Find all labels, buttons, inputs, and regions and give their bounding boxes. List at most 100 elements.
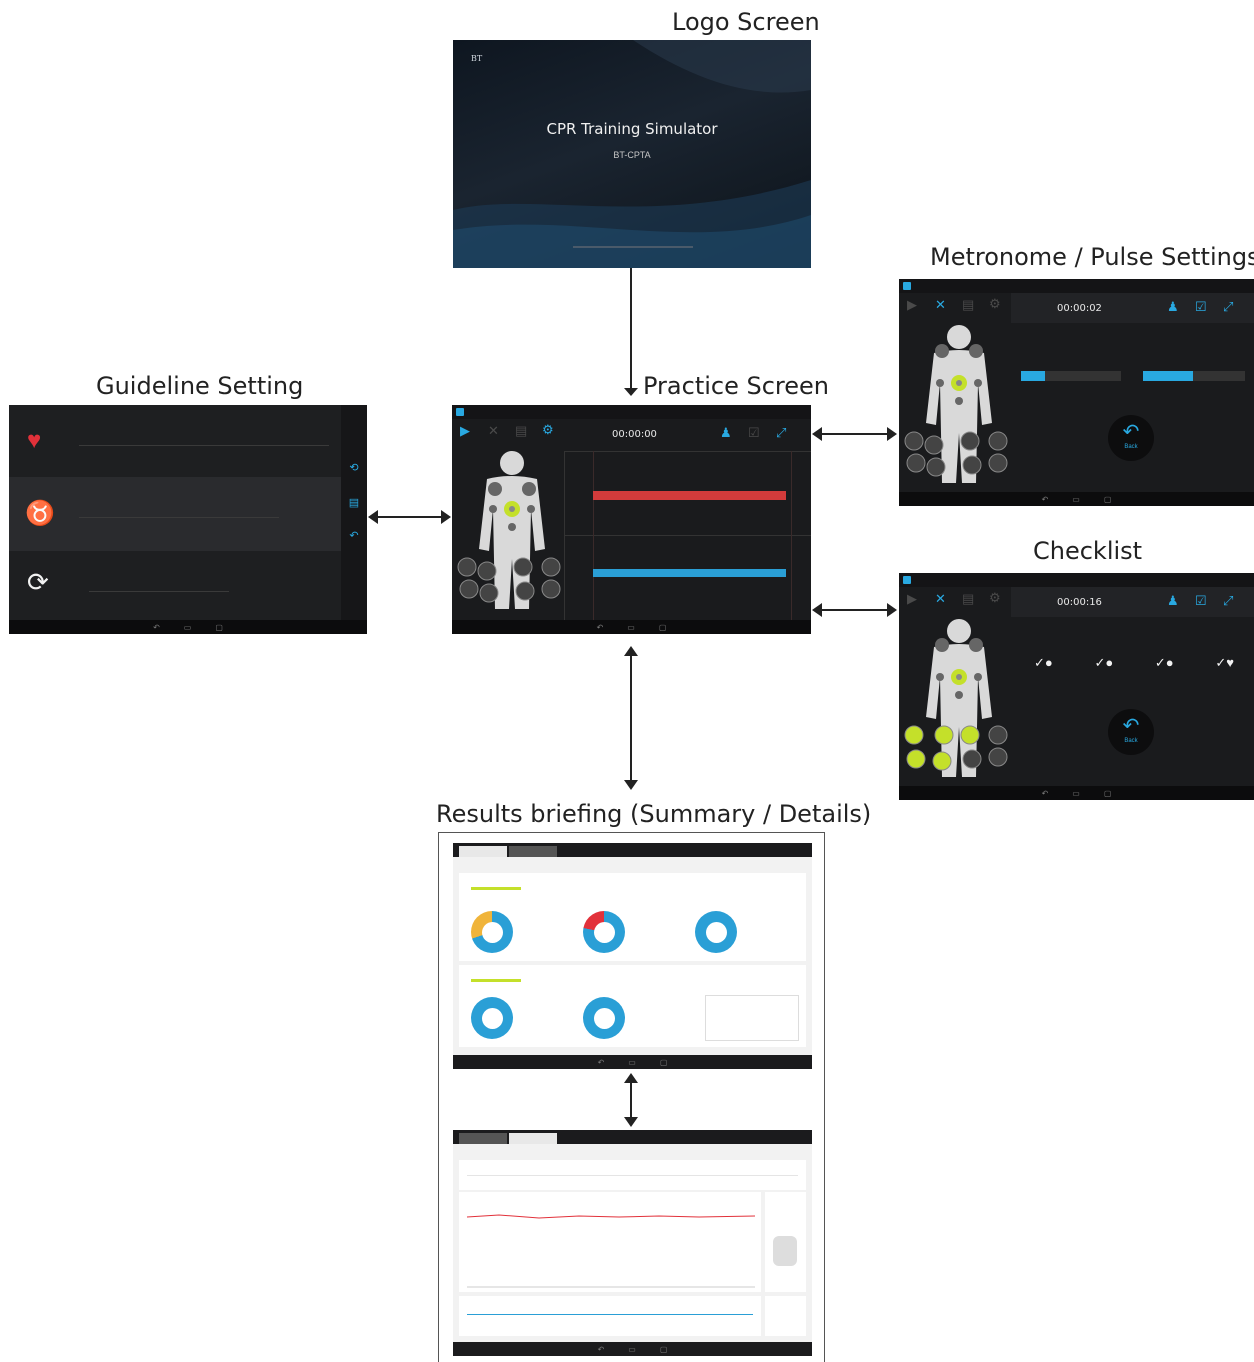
body-figure: [904, 325, 1008, 483]
arrow-practice-results: [630, 655, 632, 781]
android-navbar[interactable]: ↶ ▭ ▢: [9, 620, 367, 634]
waveform-panel: [564, 451, 811, 620]
checklist-icon[interactable]: ☑: [1195, 299, 1207, 315]
person-icon[interactable]: ♟: [720, 425, 732, 441]
save-icon[interactable]: ▤: [341, 496, 367, 509]
checklist-icon[interactable]: ☑: [748, 425, 760, 441]
close-icon[interactable]: ✕: [935, 591, 946, 607]
arrowhead-up: [624, 646, 638, 656]
android-navbar[interactable]: ↶ ▭ ▢: [899, 492, 1254, 506]
person-icon[interactable]: ♟: [1167, 593, 1179, 609]
copyright-line: [573, 246, 693, 248]
back-arrow-icon: ↶: [1122, 421, 1140, 443]
android-navbar[interactable]: ↶ ▭ ▢: [452, 620, 811, 634]
ventilation-bar: [593, 569, 786, 577]
back-arrow-icon: ↶: [1122, 715, 1140, 737]
gear-icon[interactable]: ⚙: [989, 590, 1001, 606]
fullscreen-icon[interactable]: ⤢: [1223, 299, 1233, 315]
android-navbar[interactable]: ↶ ▭ ▢: [453, 1055, 812, 1069]
check-item-icon: ✓●: [1094, 655, 1114, 670]
guideline-row-ventilation: ♉: [9, 477, 341, 551]
practice-timer: 00:00:00: [612, 429, 657, 440]
android-navbar[interactable]: ↶ ▭ ▢: [899, 786, 1254, 800]
pulse-toggle-row[interactable]: [1143, 371, 1245, 381]
tab-summary[interactable]: [459, 846, 507, 857]
memo-box[interactable]: [705, 995, 799, 1041]
arrowhead-right: [441, 510, 451, 524]
check-item-icon: ✓♥: [1215, 655, 1234, 670]
fullscreen-icon[interactable]: ⤢: [1223, 593, 1233, 609]
ventilation-stats-card: [765, 1296, 806, 1336]
details-stats-table: [459, 1160, 806, 1190]
save-icon[interactable]: ▤: [962, 591, 974, 607]
reset-icon[interactable]: ⟲: [341, 461, 367, 474]
practice-screen: ▶ ✕ ▤ ⚙ 00:00:00 ♟ ☑ ⤢ ↶ ▭ ▢: [452, 405, 811, 634]
play-icon[interactable]: ▶: [460, 423, 470, 439]
pulse-option-active[interactable]: [1143, 371, 1193, 381]
metronome-screen-title: Metronome / Pulse Settings: [930, 243, 1254, 271]
body-figure: [457, 451, 561, 609]
metronome-timer: 00:00:02: [1057, 303, 1102, 314]
tab-details[interactable]: [509, 846, 557, 857]
arrow-logo-to-practice: [630, 268, 632, 390]
arrowhead-down: [624, 780, 638, 790]
gear-icon[interactable]: ⚙: [989, 296, 1001, 312]
arrowhead-down: [624, 1117, 638, 1127]
guideline-row-cycle: ⟳: [9, 551, 341, 621]
android-navbar[interactable]: ↶ ▭ ▢: [453, 1342, 812, 1356]
arrow-practice-checklist: [822, 609, 888, 611]
recoil-donut: [695, 911, 737, 953]
arrowhead-left: [812, 603, 822, 617]
heart-icon: ♥: [27, 427, 42, 454]
ventilation-chart-card: [459, 1296, 761, 1336]
play-icon[interactable]: ▶: [907, 297, 917, 313]
guideline-screen-title: Guideline Setting: [96, 372, 304, 400]
checklist-screen-title: Checklist: [1033, 537, 1143, 565]
tab-details[interactable]: [509, 1133, 557, 1144]
checklist-timer: 00:00:16: [1057, 597, 1102, 608]
compression-donut: [471, 911, 513, 953]
practice-screen-title: Practice Screen: [643, 372, 829, 400]
checklist-screen: ▶ ✕ ▤ ⚙ 00:00:16 ♟ ☑ ⤢ ✓● ✓● ✓● ✓♥ ↶ Bac…: [899, 573, 1254, 800]
fullscreen-icon[interactable]: ⤢: [776, 425, 786, 441]
metronome-toggle-row[interactable]: [1021, 371, 1121, 381]
save-icon[interactable]: ▤: [962, 297, 974, 313]
person-icon[interactable]: ♟: [1167, 299, 1179, 315]
arrowhead-left: [812, 427, 822, 441]
check-item-icon: ✓●: [1034, 655, 1053, 670]
checklist-icon[interactable]: ☑: [1195, 593, 1207, 609]
results-summary-screen: ↶ ▭ ▢: [453, 843, 812, 1069]
cycle-icon: ⟳: [27, 567, 49, 597]
close-icon[interactable]: ✕: [488, 423, 499, 439]
metronome-toolbar: [1011, 293, 1254, 323]
app-logo-icon: [903, 576, 911, 584]
summary-card-ventilation: [459, 965, 806, 1047]
arrow-summary-details: [630, 1082, 632, 1118]
metronome-option-active[interactable]: [1021, 371, 1045, 381]
compression-bar: [593, 491, 786, 500]
app-logo-icon: [903, 282, 911, 290]
results-screen-title: Results briefing (Summary / Details): [436, 800, 872, 828]
check-item-icon: ✓●: [1154, 655, 1174, 670]
back-button[interactable]: ↶ Back: [1108, 709, 1154, 755]
logo-screen: BT CPR Training Simulator BT-CPTA: [453, 40, 811, 268]
summary-card-compression: [459, 873, 806, 961]
metronome-screen: ▶ ✕ ▤ ⚙ 00:00:02 ♟ ☑ ⤢ ↶ Back ↶ ▭ ▢: [899, 279, 1254, 506]
back-arrow-icon[interactable]: ↶: [341, 529, 367, 542]
checklist-items: ✓● ✓● ✓● ✓♥: [1034, 655, 1234, 671]
compression-waveform: [466, 1214, 756, 1288]
gear-icon[interactable]: ⚙: [542, 422, 554, 438]
position-donut: [583, 911, 625, 953]
arrowhead-right: [887, 603, 897, 617]
results-details-screen: ↶ ▭ ▢: [453, 1130, 812, 1356]
arrowhead-down: [624, 388, 638, 396]
arrowhead-left: [368, 510, 378, 524]
save-icon[interactable]: ▤: [515, 423, 527, 439]
tab-summary[interactable]: [459, 1133, 507, 1144]
close-icon[interactable]: ✕: [935, 297, 946, 313]
back-button[interactable]: ↶ Back: [1108, 415, 1154, 461]
brand-logo: BT: [471, 54, 483, 63]
play-icon[interactable]: ▶: [907, 591, 917, 607]
arrowhead-up: [624, 1073, 638, 1083]
lungs-icon: ♉: [25, 500, 55, 527]
